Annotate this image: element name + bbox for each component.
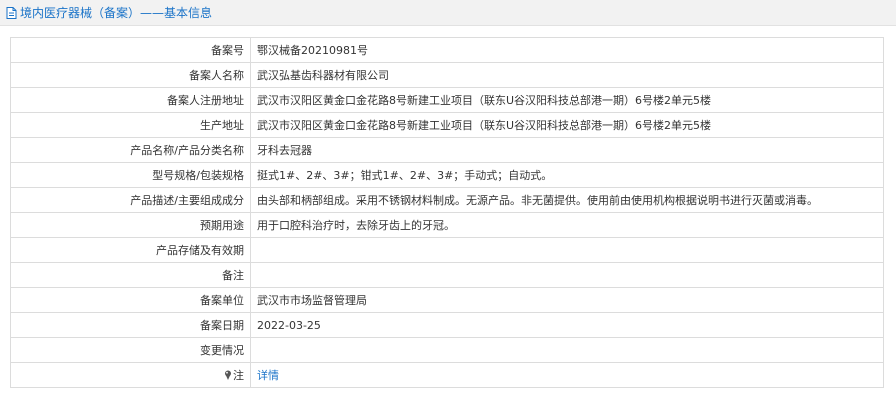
table-row: 备注 <box>10 262 884 288</box>
note-label: 注 <box>233 369 244 382</box>
row-value <box>250 337 884 363</box>
table-row: 产品描述/主要组成成分 由头部和柄部组成。采用不锈钢材料制成。无源产品。非无菌提… <box>10 187 884 213</box>
table-row: 备案人名称 武汉弘基齿科器材有限公司 <box>10 62 884 88</box>
row-value: 由头部和柄部组成。采用不锈钢材料制成。无源产品。非无菌提供。使用前由使用机构根据… <box>250 187 884 213</box>
pin-icon <box>224 370 232 380</box>
row-value <box>250 237 884 263</box>
note-label-cell: 注 <box>10 362 251 388</box>
row-label: 产品描述/主要组成成分 <box>10 187 251 213</box>
info-table-container: 备案号 鄂汉械备20210981号 备案人名称 武汉弘基齿科器材有限公司 备案人… <box>10 37 884 388</box>
table-row: 产品存储及有效期 <box>10 237 884 263</box>
row-label: 预期用途 <box>10 212 251 238</box>
row-label: 备案日期 <box>10 312 251 338</box>
table-row: 备案日期 2022-03-25 <box>10 312 884 338</box>
table-row: 预期用途 用于口腔科治疗时，去除牙齿上的牙冠。 <box>10 212 884 238</box>
row-label: 产品存储及有效期 <box>10 237 251 263</box>
row-value: 武汉弘基齿科器材有限公司 <box>250 62 884 88</box>
row-label: 备案人名称 <box>10 62 251 88</box>
page-title: 境内医疗器械（备案）——基本信息 <box>20 6 213 20</box>
row-value: 鄂汉械备20210981号 <box>250 37 884 63</box>
table-row: 产品名称/产品分类名称 牙科去冠器 <box>10 137 884 163</box>
table-row: 备案人注册地址 武汉市汉阳区黄金口金花路8号新建工业项目（联东U谷汉阳科技总部港… <box>10 87 884 113</box>
row-label: 变更情况 <box>10 337 251 363</box>
row-label: 型号规格/包装规格 <box>10 162 251 188</box>
row-label: 备案人注册地址 <box>10 87 251 113</box>
row-value: 武汉市市场监督管理局 <box>250 287 884 313</box>
basic-info-table: 备案号 鄂汉械备20210981号 备案人名称 武汉弘基齿科器材有限公司 备案人… <box>10 37 884 388</box>
details-link[interactable]: 详情 <box>257 369 279 382</box>
row-value: 武汉市汉阳区黄金口金花路8号新建工业项目（联东U谷汉阳科技总部港一期）6号楼2单… <box>250 112 884 138</box>
table-row: 变更情况 <box>10 337 884 363</box>
row-label: 备注 <box>10 262 251 288</box>
document-icon <box>6 6 17 19</box>
page-header: 境内医疗器械（备案）——基本信息 <box>0 0 896 26</box>
row-value: 武汉市汉阳区黄金口金花路8号新建工业项目（联东U谷汉阳科技总部港一期）6号楼2单… <box>250 87 884 113</box>
row-value: 用于口腔科治疗时，去除牙齿上的牙冠。 <box>250 212 884 238</box>
row-value: 2022-03-25 <box>250 312 884 338</box>
note-value-cell: 详情 <box>250 362 884 388</box>
row-label: 备案号 <box>10 37 251 63</box>
row-label: 备案单位 <box>10 287 251 313</box>
table-row: 型号规格/包装规格 挺式1#、2#、3#；钳式1#、2#、3#；手动式；自动式。 <box>10 162 884 188</box>
row-label: 生产地址 <box>10 112 251 138</box>
note-row: 注 详情 <box>10 362 884 388</box>
row-value <box>250 262 884 288</box>
table-row: 备案单位 武汉市市场监督管理局 <box>10 287 884 313</box>
row-value: 挺式1#、2#、3#；钳式1#、2#、3#；手动式；自动式。 <box>250 162 884 188</box>
row-label: 产品名称/产品分类名称 <box>10 137 251 163</box>
table-row: 生产地址 武汉市汉阳区黄金口金花路8号新建工业项目（联东U谷汉阳科技总部港一期）… <box>10 112 884 138</box>
row-value: 牙科去冠器 <box>250 137 884 163</box>
table-row: 备案号 鄂汉械备20210981号 <box>10 37 884 63</box>
